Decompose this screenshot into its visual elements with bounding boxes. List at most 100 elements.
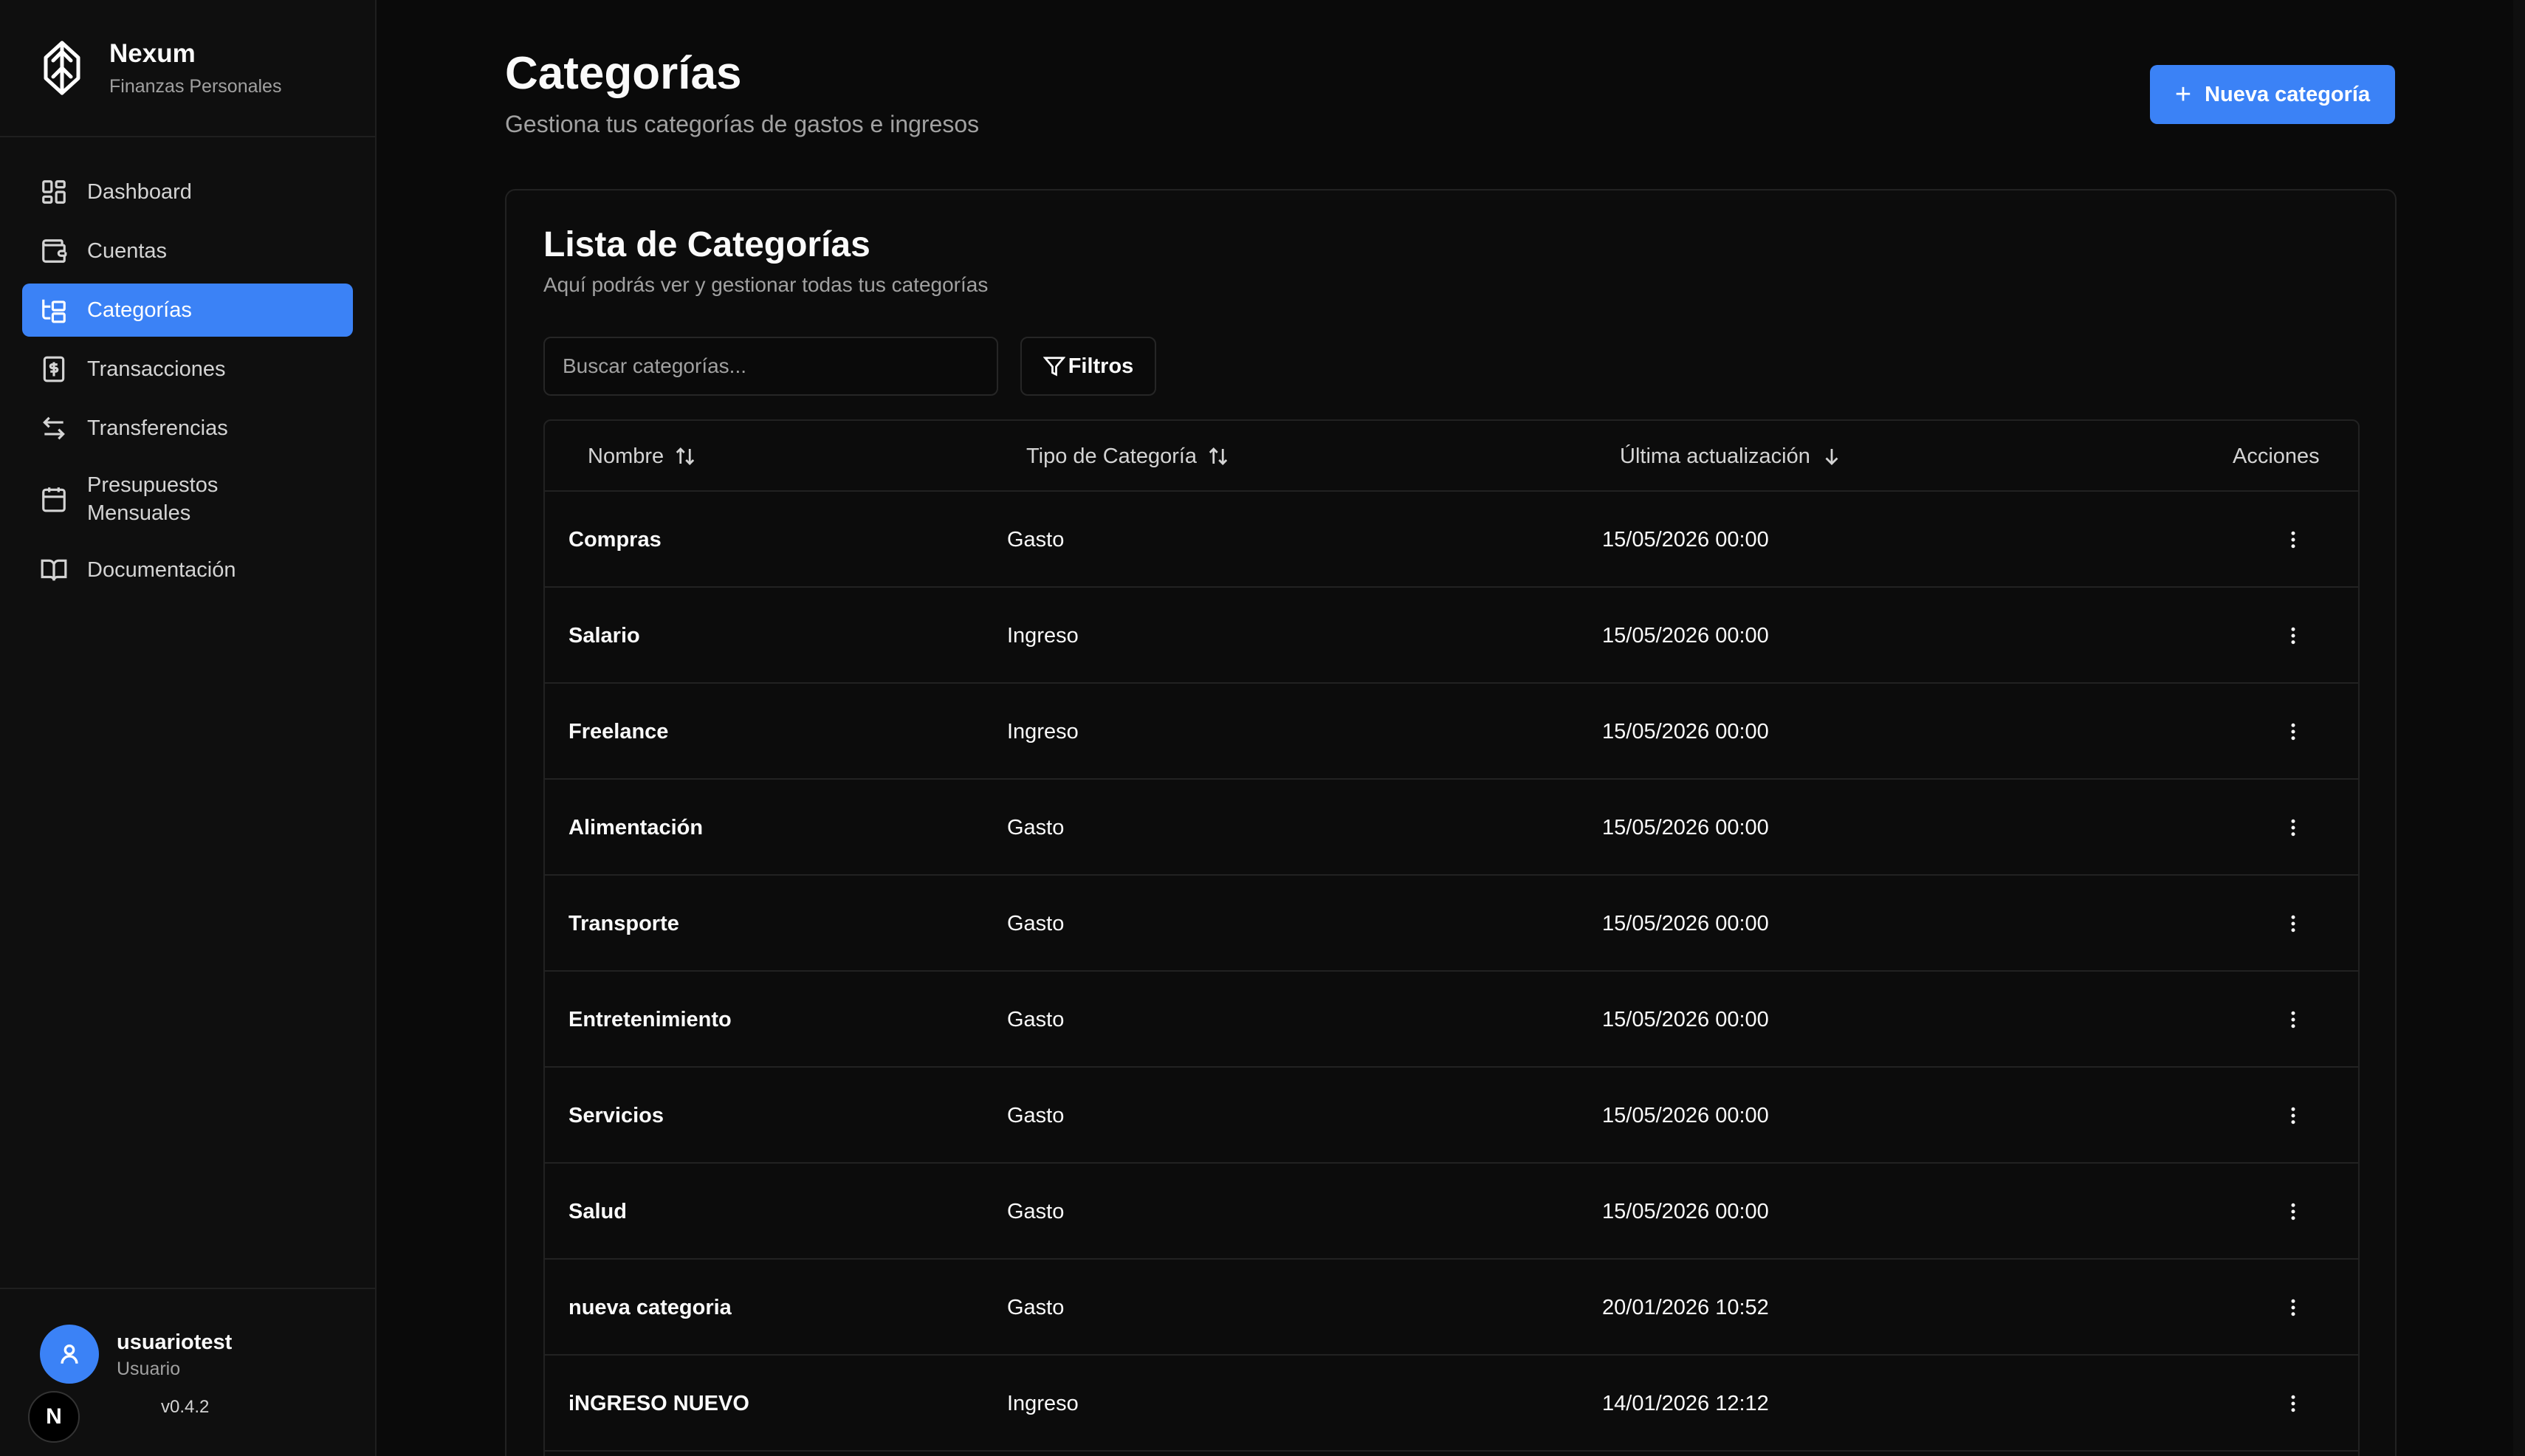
cell-updated: 15/05/2026 00:00 — [1602, 1007, 1769, 1031]
column-label: Tipo de Categoría — [1026, 444, 1198, 468]
more-vertical-icon — [2291, 1395, 2295, 1412]
cell-name: nueva categoria — [568, 1295, 732, 1319]
cell-type: Gasto — [1007, 911, 1065, 935]
table-row[interactable]: iNGRESO NUEVO Ingreso 14/01/2026 12:12 — [545, 1356, 2358, 1452]
sidebar-item-label: Cuentas — [87, 239, 168, 263]
column-header-name[interactable]: Nombre — [588, 421, 696, 492]
sidebar-nav: Dashboard Cuentas Categorías Transaccion… — [0, 137, 375, 597]
cell-updated: 14/01/2026 12:12 — [1602, 1391, 1769, 1415]
calendar-icon — [40, 485, 68, 513]
categories-table: Nombre Tipo de Categoría Última actualiz… — [543, 419, 2360, 1456]
row-actions-button[interactable] — [2272, 615, 2314, 656]
cell-type: Ingreso — [1007, 1391, 1079, 1415]
cell-updated: 15/05/2026 00:00 — [1602, 1199, 1769, 1223]
table-row[interactable]: nueva categoria Gasto 20/01/2026 10:52 — [545, 1260, 2358, 1356]
more-vertical-icon — [2291, 819, 2295, 837]
filters-button[interactable]: Filtros — [1020, 337, 1156, 396]
cell-type: Gasto — [1007, 815, 1065, 839]
search-input[interactable] — [543, 337, 998, 396]
user-icon — [61, 1344, 78, 1364]
sidebar-item-label: Transferencias — [87, 416, 228, 440]
dashboard-icon — [40, 178, 68, 206]
sidebar-item-documentacion[interactable]: Documentación — [22, 543, 353, 597]
receipt-dollar-icon — [40, 355, 68, 383]
window-edge — [2513, 0, 2525, 1456]
row-actions-button[interactable] — [2272, 1383, 2314, 1424]
sidebar-item-dashboard[interactable]: Dashboard — [22, 165, 353, 219]
main-content: Categorías Gestiona tus categorías de ga… — [377, 0, 2525, 1456]
user-role: Usuario — [117, 1359, 181, 1379]
book-icon — [40, 556, 68, 584]
tree-icon — [40, 296, 68, 324]
cell-name: Compras — [568, 527, 662, 552]
cell-type: Gasto — [1007, 1103, 1065, 1127]
column-label: Última actualización — [1620, 444, 1810, 468]
cell-updated: 15/05/2026 00:00 — [1602, 815, 1769, 839]
more-vertical-icon — [2291, 531, 2295, 549]
next-dev-badge[interactable]: N — [28, 1391, 80, 1443]
cell-name: Alimentación — [568, 815, 704, 839]
row-actions-button[interactable] — [2272, 711, 2314, 752]
table-row[interactable]: Servicios Gasto 15/05/2026 00:00 — [545, 1068, 2358, 1164]
sidebar-item-label: Documentación — [87, 558, 236, 582]
sidebar-item-label: Categorías — [87, 298, 192, 322]
column-label: Acciones — [2233, 444, 2320, 468]
row-actions-button[interactable] — [2272, 999, 2314, 1040]
wallet-icon — [40, 237, 68, 265]
row-actions-button[interactable] — [2272, 1095, 2314, 1136]
row-actions-button[interactable] — [2272, 807, 2314, 848]
table-row[interactable]: Transporte Gasto 15/05/2026 00:00 — [545, 876, 2358, 972]
new-category-button[interactable]: + Nueva categoría — [2150, 65, 2395, 124]
filters-label: Filtros — [1068, 354, 1134, 378]
cell-updated: 15/05/2026 00:00 — [1602, 719, 1769, 744]
cell-type: Gasto — [1007, 527, 1065, 552]
sort-both-icon — [676, 447, 695, 465]
sidebar-item-categorias[interactable]: Categorías — [22, 284, 353, 337]
cell-updated: 15/05/2026 00:00 — [1602, 911, 1769, 935]
cell-updated: 15/05/2026 00:00 — [1602, 623, 1769, 648]
user-panel: usuariotest Usuario N v0.4.2 — [0, 1288, 375, 1456]
arrows-exchange-icon — [40, 414, 68, 442]
cell-name: Entretenimiento — [568, 1007, 732, 1031]
table-row[interactable]: Alimentación Gasto 15/05/2026 00:00 — [545, 780, 2358, 876]
avatar[interactable] — [40, 1325, 99, 1384]
brand[interactable]: Nexum Finanzas Personales — [0, 0, 375, 137]
cell-type: Gasto — [1007, 1295, 1065, 1319]
sidebar-item-transferencias[interactable]: Transferencias — [22, 402, 353, 455]
cell-name: Freelance — [568, 719, 669, 744]
column-header-type[interactable]: Tipo de Categoría — [1026, 421, 1229, 492]
cell-type: Gasto — [1007, 1199, 1065, 1223]
app-version: v0.4.2 — [161, 1397, 210, 1417]
cell-name: Salud — [568, 1199, 627, 1223]
new-category-label: Nueva categoría — [2205, 82, 2371, 106]
column-header-updated[interactable]: Última actualización — [1620, 421, 1843, 492]
sidebar-item-presupuestos[interactable]: Presupuestos Mensuales — [22, 461, 353, 538]
page-title: Categorías — [505, 48, 742, 99]
cell-type: Ingreso — [1007, 623, 1079, 648]
row-actions-button[interactable] — [2272, 519, 2314, 560]
row-actions-button[interactable] — [2272, 903, 2314, 944]
more-vertical-icon — [2291, 1203, 2295, 1220]
table-row[interactable]: Salud Gasto 15/05/2026 00:00 — [545, 1164, 2358, 1260]
page-subtitle: Gestiona tus categorías de gastos e ingr… — [505, 111, 980, 137]
app-name: Nexum — [109, 38, 196, 68]
table-row[interactable]: Freelance Ingreso 15/05/2026 00:00 — [545, 684, 2358, 780]
sidebar-item-cuentas[interactable]: Cuentas — [22, 224, 353, 278]
table-row[interactable]: Salario Ingreso 15/05/2026 00:00 — [545, 588, 2358, 684]
more-vertical-icon — [2291, 723, 2295, 741]
row-actions-button[interactable] — [2272, 1191, 2314, 1232]
sidebar-item-transacciones[interactable]: Transacciones — [22, 343, 353, 396]
cell-name: iNGRESO NUEVO — [568, 1391, 749, 1415]
user-name: usuariotest — [117, 1330, 233, 1354]
cell-type: Gasto — [1007, 1007, 1065, 1031]
table-row[interactable]: Compras Gasto 15/05/2026 00:00 — [545, 492, 2358, 588]
app-subtitle: Finanzas Personales — [109, 75, 282, 97]
sidebar-item-label: Transacciones — [87, 357, 226, 381]
cell-name: Transporte — [568, 911, 679, 935]
row-actions-button[interactable] — [2272, 1287, 2314, 1328]
sort-both-icon — [1209, 447, 1228, 465]
arrow-down-icon — [1825, 449, 1838, 465]
table-row[interactable]: Entretenimiento Gasto 15/05/2026 00:00 — [545, 972, 2358, 1068]
categories-card: Lista de Categorías Aquí podrás ver y ge… — [505, 189, 2397, 1456]
more-vertical-icon — [2291, 1011, 2295, 1029]
